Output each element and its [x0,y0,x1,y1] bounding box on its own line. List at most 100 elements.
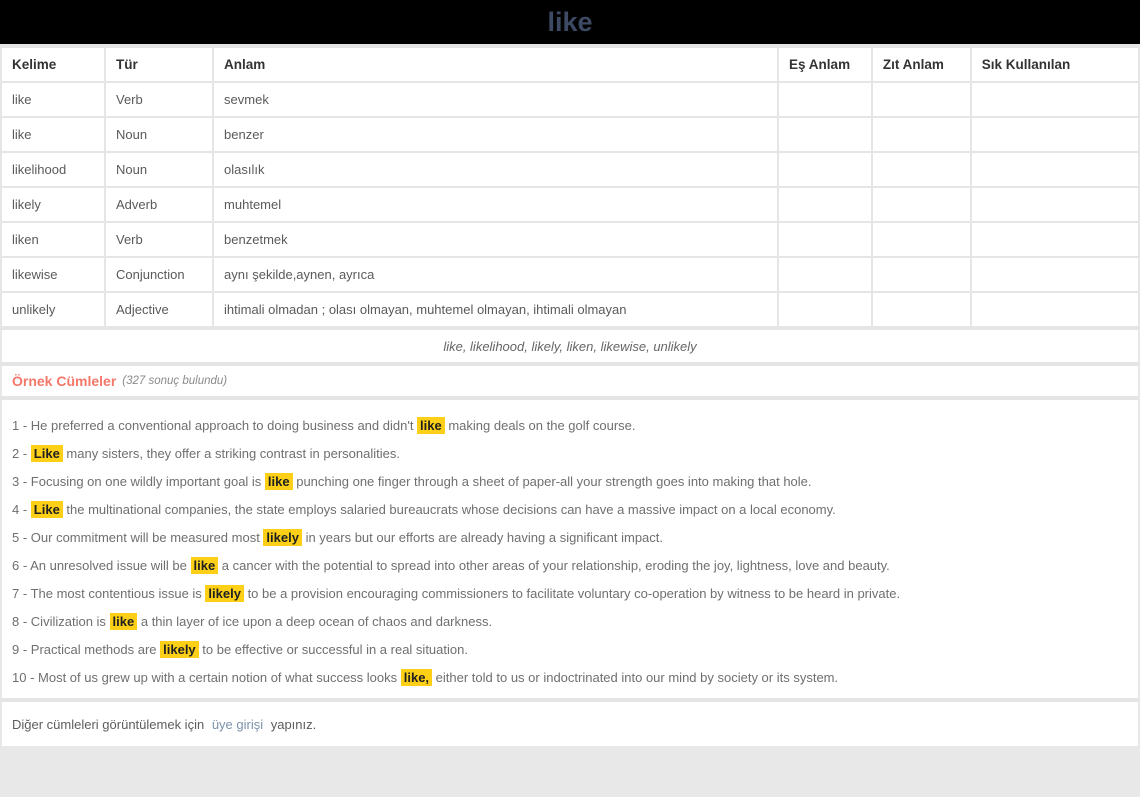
table-cell-word[interactable]: like [2,83,104,116]
related-words-list: like, likelihood, likely, liken, likewis… [443,338,697,354]
sentence-number: 4 - [12,502,31,517]
table-cell-word[interactable]: liken [2,223,104,256]
sentence-number: 3 - [12,474,31,489]
table-cell-word[interactable]: likewise [2,258,104,291]
sentence-text-before: The most contentious issue is [30,586,206,601]
table-cell-synonym [779,188,871,221]
table-cell-type: Noun [105,118,213,151]
table-cell-synonym [779,153,871,186]
sentence-number: 5 - [12,530,31,545]
sentence-text-before: Our commitment will be measured most [30,530,264,545]
sentence-text-before: Most of us grew up with a certain notion… [38,670,401,685]
table-cell-meaning: olasılık [214,153,778,186]
table-cell-word[interactable]: unlikely [2,293,104,326]
table-cell-meaning: benzer [214,118,778,151]
example-sentences-panel: 1 - He preferred a conventional approach… [2,400,1138,698]
table-cell-meaning: ihtimali olmadan ; olası olmayan, muhtem… [214,293,778,326]
table-cell-antonym [872,118,970,151]
table-cell-type: Adjective [105,293,213,326]
table-cell-type: Conjunction [105,258,213,291]
sentence-highlight: like, [400,669,433,686]
sentence-text-after: to be a provision encouraging commission… [243,586,901,601]
sentence-highlight: likely [205,585,244,602]
member-login-note: Diğer cümleleri görüntülemek için üye gi… [2,702,1138,746]
table-row[interactable]: likely Adverb muhtemel [2,188,1138,221]
sentence-text-after: making deals on the golf course. [444,418,636,433]
table-cell-common [971,258,1138,291]
sentence-text-after: a thin layer of ice upon a deep ocean of… [137,614,493,629]
column-header-es-anlam: Eş Anlam [779,48,871,81]
sentence-text-after: the multinational companies, the state e… [62,502,836,517]
table-cell-type: Adverb [105,188,213,221]
column-header-kelime: Kelime [2,48,104,81]
sentence-number: 2 - [12,446,31,461]
sentence-text-before: He preferred a conventional approach to … [30,418,418,433]
table-cell-common [971,83,1138,116]
table-cell-word[interactable]: like [2,118,104,151]
column-header-anlam: Anlam [214,48,778,81]
example-sentence: 4 - Like the multinational companies, th… [12,496,1128,524]
example-sentence: 7 - The most contentious issue is likely… [12,580,1128,608]
table-cell-synonym [779,83,871,116]
table-row[interactable]: likewise Conjunction aynı şekilde,aynen, a… [2,258,1138,291]
table-row[interactable]: liken Verb benzetmek [2,223,1138,256]
table-cell-synonym [779,223,871,256]
table-cell-common [971,188,1138,221]
sentence-text-after: a cancer with the potential to spread in… [218,558,890,573]
sentence-highlight: like [417,417,445,434]
table-cell-antonym [872,223,970,256]
sentence-highlight: likely [160,641,199,658]
sentence-text-before: Focusing on one wildly important goal is [30,474,265,489]
footer-text-before: Diğer cümleleri görüntülemek için [12,716,208,732]
table-cell-antonym [872,188,970,221]
table-cell-meaning: benzetmek [214,223,778,256]
column-header-tur: Tür [105,48,213,81]
table-cell-type: Noun [105,153,213,186]
table-row[interactable]: unlikely Adjective ihtimali olmadan ; olas… [2,293,1138,326]
word-definition-table: Kelime Tür Anlam Eş Anlam Zıt Anlam Sık … [0,46,1140,328]
sentence-highlight: like [190,557,219,574]
examples-section-header: Örnek Cümleler (327 sonuç bulundu) [2,366,1138,396]
table-cell-meaning: sevmek [214,83,778,116]
examples-result-count: (327 sonuç bulundu) [122,375,228,387]
sentence-text-after: either told to us or indoctrinated into … [432,670,839,685]
sentence-number: 9 - [12,642,31,657]
examples-title: Örnek Cümleler [12,373,117,389]
table-header-row: Kelime Tür Anlam Eş Anlam Zıt Anlam Sık … [2,48,1138,81]
table-row[interactable]: like Noun benzer [2,118,1138,151]
page-header: like [0,0,1140,44]
page-title: like [547,6,593,37]
table-cell-word[interactable]: likelihood [2,153,104,186]
column-header-zit-anlam: Zıt Anlam [872,48,970,81]
table-cell-meaning: aynı şekilde,aynen, ayrıca [214,258,778,291]
footer-text-after: yapınız. [267,716,317,732]
example-sentence: 1 - He preferred a conventional approach… [12,412,1128,440]
sentence-text-after: punching one finger through a sheet of p… [292,474,812,489]
sentence-highlight: Like [30,501,63,518]
table-cell-type: Verb [105,223,213,256]
table-body: like Verb sevmek like Noun benzer likelihood No… [2,83,1138,326]
column-header-sik-kullanilan: Sık Kullanılan [971,48,1138,81]
member-login-link[interactable]: üye girişi [212,717,263,732]
sentence-highlight: like [264,473,293,490]
sentence-highlight: like [109,613,138,630]
table-cell-word[interactable]: likely [2,188,104,221]
sentence-text-before: Civilization is [30,614,110,629]
sentence-number: 6 - [12,558,31,573]
table-row[interactable]: likelihood Noun olasılık [2,153,1138,186]
table-cell-common [971,293,1138,326]
example-sentence: 9 - Practical methods are likely to be e… [12,636,1128,664]
table-row[interactable]: like Verb sevmek [2,83,1138,116]
table-cell-meaning: muhtemel [214,188,778,221]
related-words-bar: like, likelihood, likely, liken, likewis… [2,330,1138,362]
example-sentence: 5 - Our commitment will be measured most… [12,524,1128,552]
sentence-highlight: likely [263,529,302,546]
sentence-text-before: Practical methods are [30,642,161,657]
table-cell-common [971,223,1138,256]
sentence-text-before: An unresolved issue will be [30,558,191,573]
example-sentence: 8 - Civilization is like a thin layer of… [12,608,1128,636]
table-cell-synonym [779,293,871,326]
sentence-number: 1 - [12,418,31,433]
table-cell-common [971,118,1138,151]
sentence-text-after: many sisters, they offer a striking cont… [62,446,400,461]
